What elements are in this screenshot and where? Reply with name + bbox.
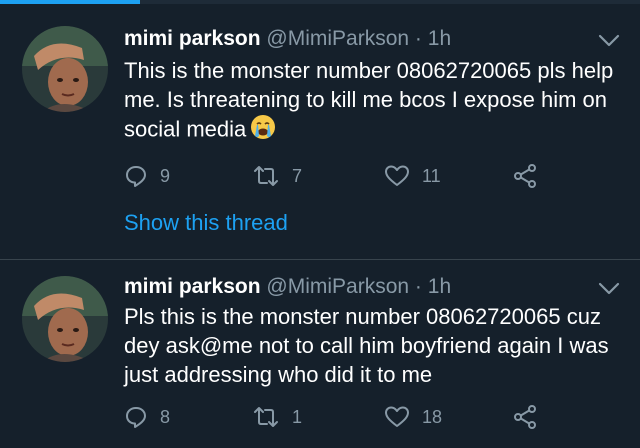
crying-face-emoji-icon bbox=[250, 114, 276, 147]
reply-icon bbox=[126, 407, 146, 428]
retweet-icon bbox=[254, 166, 278, 186]
like-button[interactable]: 11 bbox=[384, 161, 441, 191]
display-name[interactable]: mimi parkson bbox=[124, 275, 261, 298]
reply-button[interactable]: 8 bbox=[124, 402, 170, 432]
user-handle[interactable]: @MimiParkson bbox=[266, 27, 409, 50]
timestamp[interactable]: 1h bbox=[428, 27, 451, 50]
heart-icon bbox=[385, 165, 409, 186]
retweet-button[interactable]: 1 bbox=[252, 402, 302, 432]
chevron-down-icon[interactable] bbox=[598, 282, 620, 296]
chevron-down-icon[interactable] bbox=[598, 34, 620, 48]
like-count: 11 bbox=[422, 165, 441, 186]
share-icon bbox=[514, 164, 536, 188]
retweet-icon bbox=[254, 407, 278, 427]
share-button[interactable] bbox=[512, 161, 538, 191]
tweet-text: Pls this is the monster number 080627200… bbox=[124, 304, 609, 387]
tweet-header: mimi parkson @MimiParkson · 1h bbox=[124, 26, 451, 52]
timestamp[interactable]: 1h bbox=[428, 275, 451, 298]
tweet-text-content: This is the monster number 08062720065 p… bbox=[124, 58, 614, 142]
user-handle[interactable]: @MimiParkson bbox=[266, 275, 409, 298]
like-button[interactable]: 18 bbox=[384, 402, 442, 432]
avatar[interactable] bbox=[22, 276, 108, 362]
reply-count: 8 bbox=[160, 406, 171, 427]
tweet-header: mimi parkson @MimiParkson · 1h bbox=[124, 274, 451, 300]
tweet-divider bbox=[0, 259, 640, 260]
like-count: 18 bbox=[422, 406, 443, 427]
separator-dot: · bbox=[414, 27, 422, 50]
tweet-text: This is the monster number 08062720065 p… bbox=[124, 56, 614, 147]
tweet[interactable]: mimi parkson @MimiParkson · 1h This is t… bbox=[0, 4, 640, 260]
retweet-count: 7 bbox=[292, 165, 303, 186]
tweet-actions: 9 7 11 bbox=[124, 161, 584, 191]
heart-icon bbox=[385, 406, 409, 427]
retweet-button[interactable]: 7 bbox=[252, 161, 302, 191]
tweet[interactable]: mimi parkson @MimiParkson · 1h Pls this … bbox=[0, 262, 640, 448]
reply-button[interactable]: 9 bbox=[124, 161, 170, 191]
share-icon bbox=[514, 405, 536, 429]
reply-icon bbox=[126, 166, 146, 187]
display-name[interactable]: mimi parkson bbox=[124, 27, 261, 50]
separator-dot: · bbox=[414, 275, 422, 298]
reply-count: 9 bbox=[160, 165, 171, 186]
avatar[interactable] bbox=[22, 26, 108, 112]
share-button[interactable] bbox=[512, 402, 538, 432]
retweet-count: 1 bbox=[292, 406, 303, 427]
show-thread-link[interactable]: Show this thread bbox=[124, 210, 288, 236]
tweet-actions: 8 1 18 bbox=[124, 402, 584, 432]
